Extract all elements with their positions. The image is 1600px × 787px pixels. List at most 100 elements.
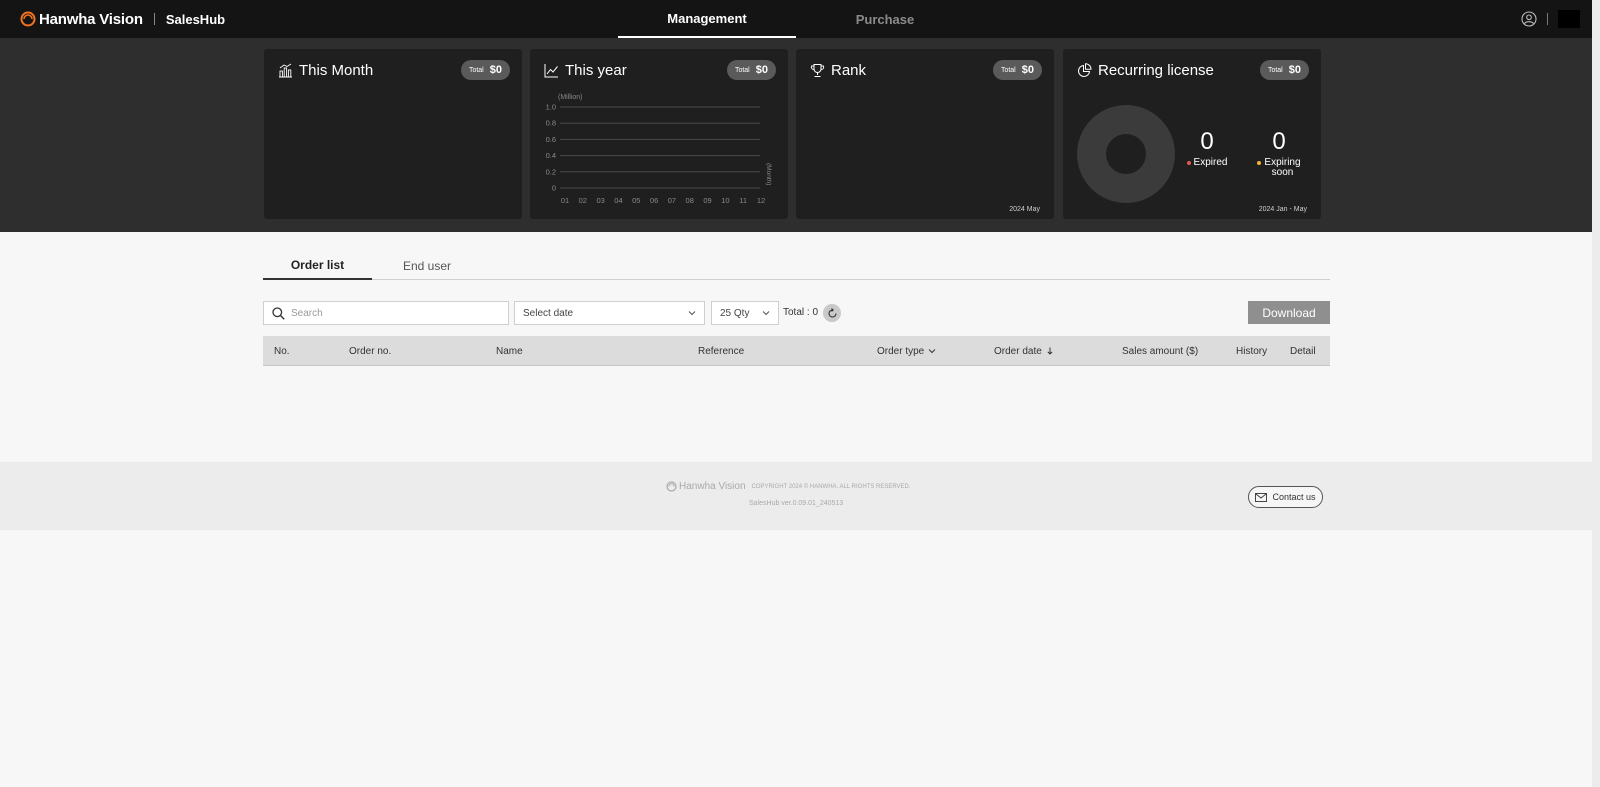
- hanwha-logo-icon: [20, 11, 36, 27]
- card-recurring-license: Recurring license Total $0 0 Expired 0 E…: [1063, 49, 1321, 219]
- bar-chart-icon: [279, 63, 292, 78]
- chart-x-tick-label: 12: [757, 196, 765, 205]
- license-donut-chart: [1077, 105, 1175, 203]
- pie-chart-icon: [1078, 63, 1092, 77]
- total-label: Total: [1000, 66, 1016, 74]
- col-order-date-label: Order date: [994, 345, 1042, 357]
- search-box[interactable]: [263, 301, 509, 325]
- recurring-period: 2024 Jan - May: [1258, 206, 1307, 213]
- trophy-icon: [810, 64, 825, 77]
- date-select-value: Select date: [523, 307, 574, 319]
- expired-label: Expired: [1172, 158, 1242, 168]
- chart-x-tick-label: 01: [561, 196, 569, 205]
- card-title-text: This Month: [299, 62, 374, 79]
- chevron-down-icon: [928, 349, 936, 354]
- scrollbar[interactable]: [1592, 0, 1600, 787]
- refresh-icon: [827, 307, 837, 318]
- card-this-month: This Month Total $0: [264, 49, 522, 219]
- col-order-type[interactable]: Order type: [877, 336, 936, 366]
- expired-label-text: Expired: [1193, 157, 1228, 168]
- col-order-date[interactable]: Order date: [994, 336, 1054, 366]
- date-select[interactable]: Select date: [514, 301, 705, 325]
- brand-divider: [153, 13, 155, 25]
- hanwha-logo-icon: [666, 481, 677, 492]
- order-table-header: No. Order no. Name Reference Order type …: [263, 336, 1330, 366]
- contact-us-button[interactable]: Contact us: [1248, 486, 1323, 508]
- main-nav: Management Purchase: [618, 0, 974, 38]
- chart-x-tick-label: 08: [686, 196, 694, 205]
- chart-x-tick-label: 05: [632, 196, 640, 205]
- total-count: Total : 0: [783, 307, 819, 318]
- qty-select-value: 25 Qty: [720, 307, 750, 319]
- expired-count: 0: [1200, 128, 1214, 155]
- expiring-count: 0: [1272, 128, 1286, 155]
- chart-y-axis-label: (Million): [558, 94, 583, 101]
- card-title-text: Recurring license: [1098, 62, 1214, 79]
- col-name: Name: [496, 345, 523, 357]
- expiring-label-text: Expiring soon: [1264, 158, 1300, 178]
- brand[interactable]: Hanwha Vision SalesHub: [20, 0, 225, 38]
- footer-info: Hanwha Vision COPYRIGHT 2024 © HANWHA. A…: [666, 481, 911, 492]
- rank-period: 2024 May: [1009, 206, 1040, 213]
- total-value: $0: [1288, 64, 1301, 76]
- expired-stat: 0 Expired: [1172, 129, 1242, 168]
- chart-y-tick-label: 1.0: [546, 103, 556, 112]
- card-title: This Month: [278, 62, 373, 79]
- col-reference: Reference: [698, 345, 745, 357]
- chart-x-axis-label: (Month): [765, 163, 772, 185]
- nav-tab-purchase[interactable]: Purchase: [796, 0, 974, 38]
- footer-logo-text: Hanwha Vision: [679, 481, 746, 492]
- col-no: No.: [274, 345, 290, 357]
- qty-select[interactable]: 25 Qty: [711, 301, 779, 325]
- col-order-no: Order no.: [349, 345, 392, 357]
- chart-x-tick-label: 06: [650, 196, 658, 205]
- expiring-label-line2: soon: [1271, 167, 1294, 178]
- total-value: $0: [1021, 64, 1034, 76]
- chart-x-tick-label: 03: [596, 196, 604, 205]
- version-text: SalesHub ver.0.09.01_240513: [749, 500, 844, 507]
- tab-end-user[interactable]: End user: [372, 251, 482, 280]
- card-this-year: This year Total $0 (Million) (Month) 1.0…: [530, 49, 788, 219]
- total-label: Total: [468, 66, 484, 74]
- card-title: Rank: [810, 62, 866, 79]
- dashboard-band: This Month Total $0 This year Total $0 (…: [0, 38, 1592, 232]
- download-button[interactable]: Download: [1248, 301, 1330, 324]
- chart-x-tick-label: 10: [721, 196, 729, 205]
- user-account-icon[interactable]: [1521, 11, 1537, 27]
- col-order-type-label: Order type: [877, 345, 925, 357]
- card-rank: Rank Total $0 2024 May: [796, 49, 1054, 219]
- chart-x-tick-label: 09: [703, 196, 711, 205]
- chart-y-tick-label: 0.4: [546, 151, 556, 160]
- search-icon: [272, 306, 285, 320]
- total-value: $0: [489, 64, 502, 76]
- expiring-stat: 0 Expiring soon: [1244, 129, 1314, 178]
- sort-down-arrow-icon: [1047, 347, 1053, 355]
- chevron-down-icon: [762, 311, 770, 316]
- footer-logo: Hanwha Vision: [666, 481, 746, 492]
- header-divider: [1547, 13, 1548, 25]
- expired-dot: [1186, 161, 1191, 165]
- total-badge: Total $0: [460, 60, 510, 80]
- brand-name: Hanwha Vision: [39, 10, 143, 28]
- top-bar: Hanwha Vision SalesHub Management Purcha…: [0, 0, 1592, 38]
- card-title-text: Rank: [831, 62, 867, 79]
- expiring-label: Expiring soon: [1244, 158, 1314, 178]
- chart-x-tick-label: 11: [739, 196, 747, 205]
- refresh-button[interactable]: [823, 304, 841, 322]
- chart-y-tick-label: 0.6: [546, 135, 556, 144]
- total-badge: Total $0: [1259, 60, 1309, 80]
- nav-tab-management[interactable]: Management: [618, 0, 796, 38]
- col-detail: Detail: [1290, 345, 1316, 357]
- total-label: Total: [1267, 66, 1283, 74]
- footer: Hanwha Vision COPYRIGHT 2024 © HANWHA. A…: [0, 462, 1592, 530]
- search-input[interactable]: [291, 307, 491, 319]
- copyright-text: COPYRIGHT 2024 © HANWHA. ALL RIGHTS RESE…: [751, 483, 911, 490]
- chart-y-tick-label: 0: [552, 184, 556, 193]
- mail-icon: [1255, 492, 1268, 502]
- total-badge: Total $0: [992, 60, 1042, 80]
- col-sales-amount: Sales amount ($): [1122, 345, 1199, 357]
- contact-us-label: Contact us: [1272, 492, 1316, 502]
- chart-y-tick-label: 0.8: [546, 119, 556, 128]
- tab-order-list[interactable]: Order list: [263, 251, 372, 280]
- user-name-box[interactable]: [1558, 10, 1580, 28]
